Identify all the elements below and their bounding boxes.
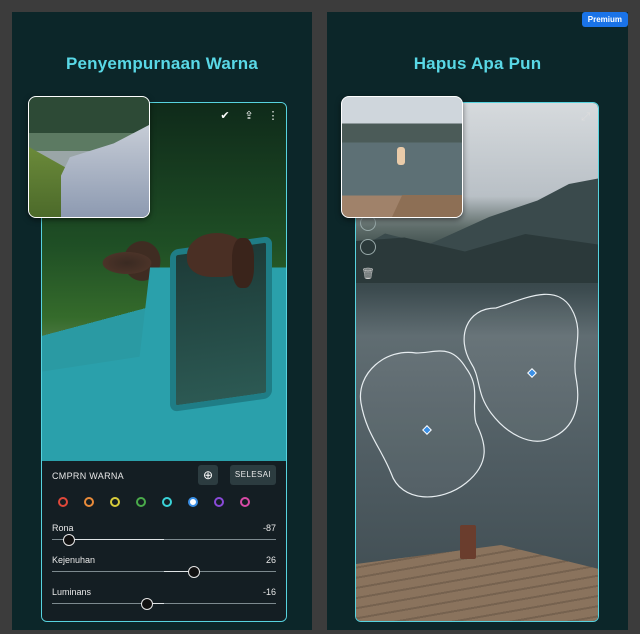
right-feature-panel: Premium Hapus Apa Pun ⤢ 🗑	[327, 12, 628, 630]
target-adjust-button[interactable]: ⊕	[198, 465, 218, 485]
color-swatch-orange[interactable]	[84, 497, 94, 507]
photo-toolbar: ✔ ⇪ ⋮	[218, 109, 280, 122]
selection-mask-left	[359, 350, 485, 498]
slider-value: 26	[265, 555, 276, 565]
selection-mask-right	[463, 293, 579, 442]
left-feature-panel: Penyempurnaan Warna ✔ ⇪ ⋮ CMPRN WARNA ⊕ …	[12, 12, 312, 630]
more-icon[interactable]: ⋮	[266, 109, 280, 122]
color-swatches	[58, 497, 250, 507]
dog-ear	[232, 238, 254, 288]
before-photo-thumbnail	[341, 96, 463, 218]
slider-value: -16	[262, 587, 276, 597]
color-swatch-magenta[interactable]	[240, 497, 250, 507]
left-panel-title: Penyempurnaan Warna	[65, 54, 259, 73]
right-panel-title: Hapus Apa Pun	[413, 54, 542, 73]
dock	[392, 195, 462, 217]
color-swatch-red[interactable]	[58, 497, 68, 507]
color-swatch-yellow[interactable]	[110, 497, 120, 507]
slider-label: Kejenuhan	[52, 555, 96, 565]
slider-value: -87	[262, 523, 276, 533]
color-mix-controls: CMPRN WARNA ⊕ SELESAI Rona -87 Kejenuhan…	[42, 461, 286, 621]
done-button[interactable]: SELESAI	[230, 465, 276, 485]
slider-label: Luminans	[52, 587, 92, 597]
color-swatch-green[interactable]	[136, 497, 146, 507]
color-swatch-blue[interactable]	[188, 497, 198, 507]
slider-knob[interactable]	[62, 534, 75, 546]
slider-fill	[67, 539, 164, 540]
check-circle-icon[interactable]: ✔	[218, 109, 232, 122]
target-icon: ⊕	[202, 468, 214, 482]
slider-knob[interactable]	[188, 566, 201, 578]
slider-track[interactable]	[52, 603, 276, 604]
color-swatch-purple[interactable]	[214, 497, 224, 507]
color-swatch-aqua[interactable]	[162, 497, 172, 507]
before-photo-thumbnail	[28, 96, 150, 218]
jumping-person	[397, 147, 405, 165]
premium-badge: Premium	[581, 12, 628, 27]
truck-before	[61, 125, 149, 217]
color-mix-header: CMPRN WARNA	[52, 471, 124, 481]
share-icon[interactable]: ⇪	[242, 109, 256, 122]
slider-label: Rona	[52, 523, 74, 533]
slider-knob[interactable]	[141, 598, 154, 610]
